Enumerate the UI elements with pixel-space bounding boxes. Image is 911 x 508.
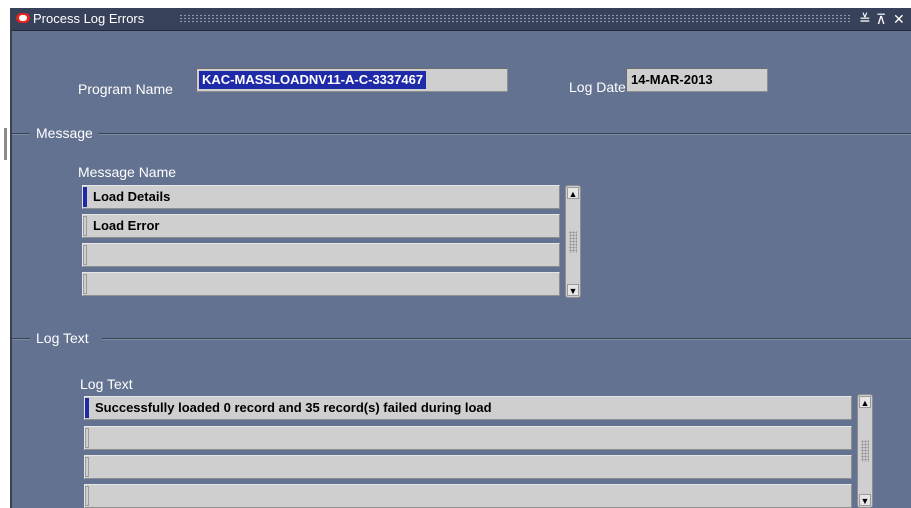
scroll-down-icon[interactable]: ▼ <box>859 494 871 506</box>
log-section-divider-left <box>12 338 30 339</box>
minimize-icon[interactable]: ≚ <box>859 10 871 28</box>
splitter-handle[interactable] <box>4 128 7 160</box>
log-date-value: 14-MAR-2013 <box>631 72 713 87</box>
log-scrollbar[interactable]: ▲ ▼ <box>857 394 873 508</box>
record-indicator[interactable] <box>83 245 87 265</box>
message-scrollbar[interactable]: ▲ ▼ <box>565 185 581 298</box>
scroll-down-icon[interactable]: ▼ <box>567 284 579 296</box>
scroll-up-icon[interactable]: ▲ <box>859 396 871 408</box>
desktop-edge <box>0 0 10 508</box>
scroll-grip-icon[interactable] <box>569 230 577 253</box>
message-name-cell: Load Details <box>93 189 171 204</box>
message-name-column-header: Message Name <box>78 164 177 180</box>
scroll-grip-icon[interactable] <box>861 440 869 462</box>
scroll-up-icon[interactable]: ▲ <box>567 187 579 199</box>
record-indicator[interactable] <box>85 486 89 506</box>
message-row[interactable]: Load Error <box>82 214 560 238</box>
message-row[interactable] <box>82 272 560 296</box>
window-titlebar[interactable]: Process Log Errors ≚ ⊼ ✕ <box>12 8 911 31</box>
program-name-label: Program Name <box>78 81 173 97</box>
oracle-logo-icon <box>16 13 30 23</box>
record-indicator[interactable] <box>85 428 89 448</box>
record-indicator[interactable] <box>85 398 89 418</box>
record-indicator[interactable] <box>83 187 87 207</box>
log-section-divider <box>102 338 911 339</box>
log-row[interactable]: Successfully loaded 0 record and 35 reco… <box>84 396 852 420</box>
program-name-value: KAC-MASSLOADNV11-A-C-3337467 <box>199 71 427 89</box>
message-section-divider-left <box>12 133 30 134</box>
process-log-errors-window: Process Log Errors ≚ ⊼ ✕ Program Name KA… <box>10 8 911 508</box>
log-row[interactable] <box>84 484 852 508</box>
close-icon[interactable]: ✕ <box>893 10 905 28</box>
log-date-field[interactable]: 14-MAR-2013 <box>626 68 768 92</box>
message-name-cell: Load Error <box>93 218 160 233</box>
message-row[interactable] <box>82 243 560 267</box>
log-row[interactable] <box>84 426 852 450</box>
message-section-title: Message <box>36 125 93 141</box>
log-text-column-header: Log Text <box>80 376 133 392</box>
log-text-section-title: Log Text <box>36 330 89 346</box>
message-section-divider <box>98 133 911 134</box>
titlebar-grip <box>179 14 851 23</box>
log-date-label: Log Date <box>569 79 626 95</box>
log-row[interactable] <box>84 455 852 479</box>
window-title: Process Log Errors <box>33 11 145 26</box>
record-indicator[interactable] <box>83 274 87 294</box>
maximize-icon[interactable]: ⊼ <box>876 10 886 28</box>
log-text-cell: Successfully loaded 0 record and 35 reco… <box>95 400 492 415</box>
message-row[interactable]: Load Details <box>82 185 560 209</box>
record-indicator[interactable] <box>83 216 87 236</box>
record-indicator[interactable] <box>85 457 89 477</box>
program-name-field[interactable]: KAC-MASSLOADNV11-A-C-3337467 <box>196 68 508 92</box>
